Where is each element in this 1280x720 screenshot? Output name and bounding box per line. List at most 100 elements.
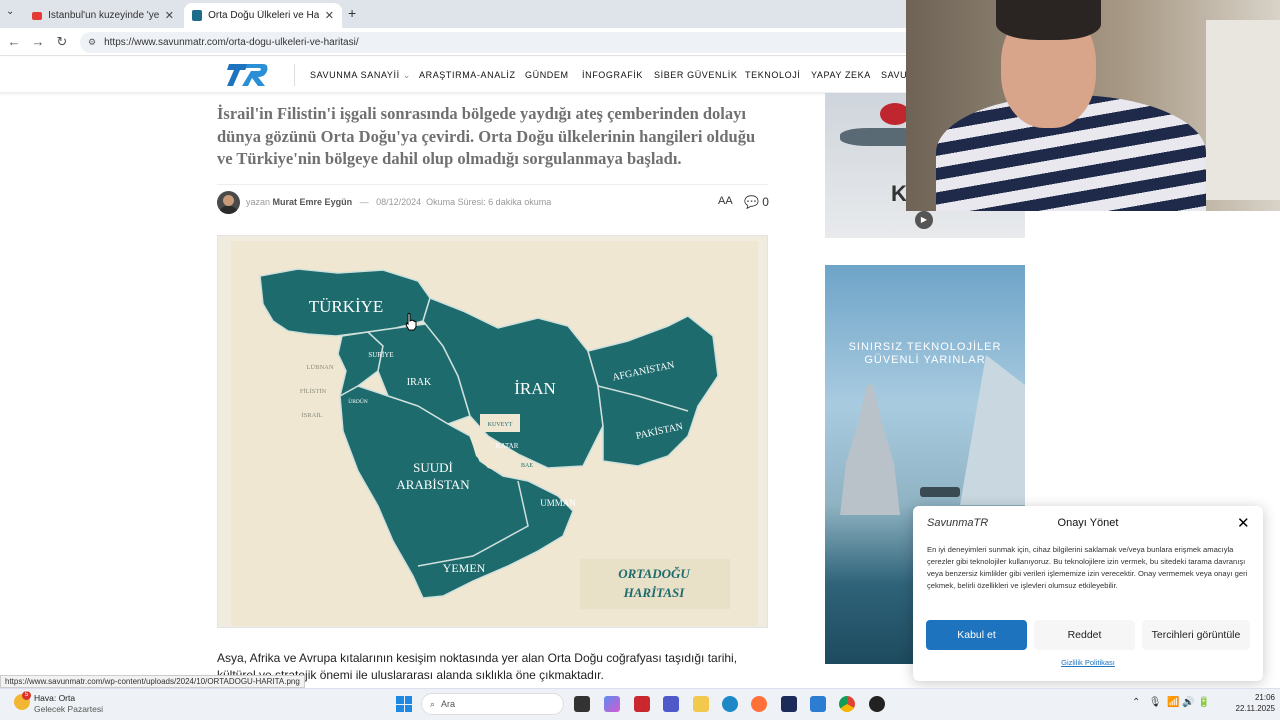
nav-link-truncated[interactable]: SAVU xyxy=(881,70,907,80)
article-meta: yazan Murat Emre Eygün — 08/12/2024 Okum… xyxy=(246,197,551,207)
map-caption-line1: ORTADOĞU xyxy=(618,566,690,581)
tab-title: İstanbul'un kuzeyinde 'yeni bi... xyxy=(48,10,159,21)
file-explorer-icon[interactable] xyxy=(693,696,709,712)
map-label-suudi: SUUDİ xyxy=(413,460,453,475)
tab-youtube[interactable]: İstanbul'un kuzeyinde 'yeni bi... ✕ xyxy=(24,3,182,28)
nav-link-siber-guvenlik[interactable]: SİBER GÜVENLİK xyxy=(654,70,737,80)
play-icon[interactable]: ▶ xyxy=(915,211,933,229)
map-label-israil: İSRAİL xyxy=(302,412,323,419)
map-label-yemen: YEMEN xyxy=(443,561,486,575)
consent-dialog: Onayı Yönet SavunmaTR ✕ En iyi deneyimle… xyxy=(913,506,1263,681)
map-illustration: TÜRKİYE SURİYE LÜBNAN FİLİSTİN İSRAİL ÜR… xyxy=(231,241,758,626)
reading-time: Okuma Süresi: 6 dakika okuma xyxy=(426,197,552,207)
reject-button[interactable]: Reddet xyxy=(1034,620,1135,650)
edge-icon[interactable] xyxy=(722,696,738,712)
youtube-icon xyxy=(32,11,43,20)
font-size-toggle[interactable]: AA xyxy=(718,195,733,207)
nav-link-teknoloji[interactable]: TEKNOLOJİ xyxy=(745,70,800,80)
tab-title: Orta Doğu Ülkeleri ve Haritası - xyxy=(208,10,319,21)
app-icon-3[interactable] xyxy=(869,696,885,712)
map-label-suriye: SURİYE xyxy=(368,351,393,359)
map-label-turkiye: TÜRKİYE xyxy=(309,297,384,316)
clock-date: 22.11.2025 xyxy=(1235,704,1275,713)
site-logo[interactable] xyxy=(227,60,269,90)
close-icon[interactable]: ✕ xyxy=(1237,514,1250,532)
author-link[interactable]: Murat Emre Eygün xyxy=(273,197,353,207)
search-placeholder: Ara xyxy=(441,699,456,709)
chevron-up-icon[interactable]: ⌃ xyxy=(1132,697,1140,708)
back-arrow-icon[interactable]: ← xyxy=(5,34,23,49)
close-tab-icon[interactable]: ✕ xyxy=(165,9,174,22)
nav-divider xyxy=(294,64,295,86)
map-label-umman: UMMAN xyxy=(540,498,576,508)
weather-title[interactable]: Hava: Orta xyxy=(34,693,75,703)
status-bar-url: https://www.savunmatr.com/wp-content/upl… xyxy=(0,675,305,688)
map-label-iran: İRAN xyxy=(514,379,556,398)
nav-link-arastirma[interactable]: ARAŞTIRMA-ANALİZ xyxy=(419,70,516,80)
close-tab-icon[interactable]: ✕ xyxy=(325,9,334,22)
outlook-icon[interactable] xyxy=(810,696,826,712)
author-avatar[interactable] xyxy=(217,191,240,214)
map-label-katar: KATAR xyxy=(496,442,519,450)
view-preferences-button[interactable]: Tercihleri görüntüle xyxy=(1142,620,1250,650)
nav-link-gundem[interactable]: GÜNDEM xyxy=(525,70,569,80)
map-label-filistin: FİLİSTİN xyxy=(300,388,327,395)
map-label-lubnan: LÜBNAN xyxy=(306,364,333,371)
hand-cursor-icon xyxy=(405,313,417,331)
copilot-icon[interactable] xyxy=(604,696,620,712)
comments-link[interactable]: 💬 0 xyxy=(744,195,769,209)
forward-arrow-icon[interactable]: → xyxy=(29,34,47,49)
nav-link-yapay-zeka[interactable]: YAPAY ZEKA xyxy=(811,70,871,80)
taskbar-search[interactable]: ⌕ Ara xyxy=(421,693,564,715)
privacy-policy-link[interactable]: Gizlilik Politikası xyxy=(913,658,1263,667)
weather-badge: 5 xyxy=(22,691,31,700)
consent-text: En iyi deneyimleri sunmak için, cihaz bi… xyxy=(927,545,1248,590)
system-tray[interactable]: ⌃ 🎙 📶 🔊 🔋 xyxy=(1132,697,1210,708)
app-icon-2[interactable] xyxy=(781,696,797,712)
nav-link-savunma-sanayii[interactable]: SAVUNMA SANAYİİ ⌄ xyxy=(310,70,411,81)
site-favicon-icon xyxy=(192,10,203,21)
tab-active[interactable]: Orta Doğu Ülkeleri ve Haritası - ✕ xyxy=(184,3,342,28)
map-label-urdun: ÜRDÜN xyxy=(348,398,368,405)
address-bar[interactable]: ⚙ https://www.savunmatr.com/orta-dogu-ul… xyxy=(80,32,960,53)
battery-icon[interactable]: 🔋 xyxy=(1197,697,1209,708)
comment-bubble-icon: 💬 xyxy=(744,195,759,209)
teams-icon[interactable] xyxy=(663,696,679,712)
chrome-icon[interactable] xyxy=(839,696,855,712)
middle-east-map-image[interactable]: TÜRKİYE SURİYE LÜBNAN FİLİSTİN İSRAİL ÜR… xyxy=(217,235,768,628)
clock-time: 21:06 xyxy=(1254,693,1275,702)
weather-subtitle: Gelecek Pazartesi xyxy=(34,704,103,714)
url-text: https://www.savunmatr.com/orta-dogu-ulke… xyxy=(104,37,359,48)
clock[interactable]: 21:06 22.11.2025 xyxy=(1225,692,1275,714)
task-view-icon[interactable] xyxy=(574,696,590,712)
font-size-label: AA xyxy=(718,195,733,207)
map-caption-line2: HARİTASI xyxy=(623,585,686,600)
map-label-irak: IRAK xyxy=(407,377,432,388)
accept-button[interactable]: Kabul et xyxy=(926,620,1027,650)
map-label-arabistan: ARABİSTAN xyxy=(396,477,470,492)
site-info-icon[interactable]: ⚙ xyxy=(88,37,96,48)
map-label-kuveyt: KUVEYT xyxy=(488,422,513,428)
reload-icon[interactable]: ↻ xyxy=(53,34,71,50)
new-tab-button[interactable]: + xyxy=(348,5,356,21)
article-lead: İsrail'in Filistin'i işgali sonrasında b… xyxy=(217,104,756,168)
firefox-icon[interactable] xyxy=(751,696,767,712)
tab-list-chevron-icon[interactable]: ⌄ xyxy=(6,6,14,17)
search-icon: ⌕ xyxy=(430,698,436,709)
volume-icon[interactable]: 🔊 xyxy=(1182,697,1194,708)
webcam-overlay xyxy=(906,0,1280,211)
comment-count: 0 xyxy=(762,195,769,209)
meta-divider xyxy=(217,184,768,185)
app-icon[interactable] xyxy=(634,696,650,712)
chevron-down-icon: ⌄ xyxy=(402,70,411,80)
wifi-icon[interactable]: 📶 xyxy=(1167,697,1179,708)
consent-logo: SavunmaTR xyxy=(927,517,989,529)
microphone-icon[interactable]: 🎙 xyxy=(1149,697,1162,708)
windows-start-icon[interactable] xyxy=(396,696,412,712)
meta-separator: — xyxy=(359,197,369,207)
map-label-bae: BAE xyxy=(521,463,533,469)
publish-date: 08/12/2024 xyxy=(376,197,422,207)
author-prefix: yazan xyxy=(246,197,271,207)
nav-link-infografik[interactable]: İNFOGRAFİK xyxy=(582,70,643,80)
ad-headline-1: SINIRSIZ TEKNOLOJİLER xyxy=(848,341,1002,353)
